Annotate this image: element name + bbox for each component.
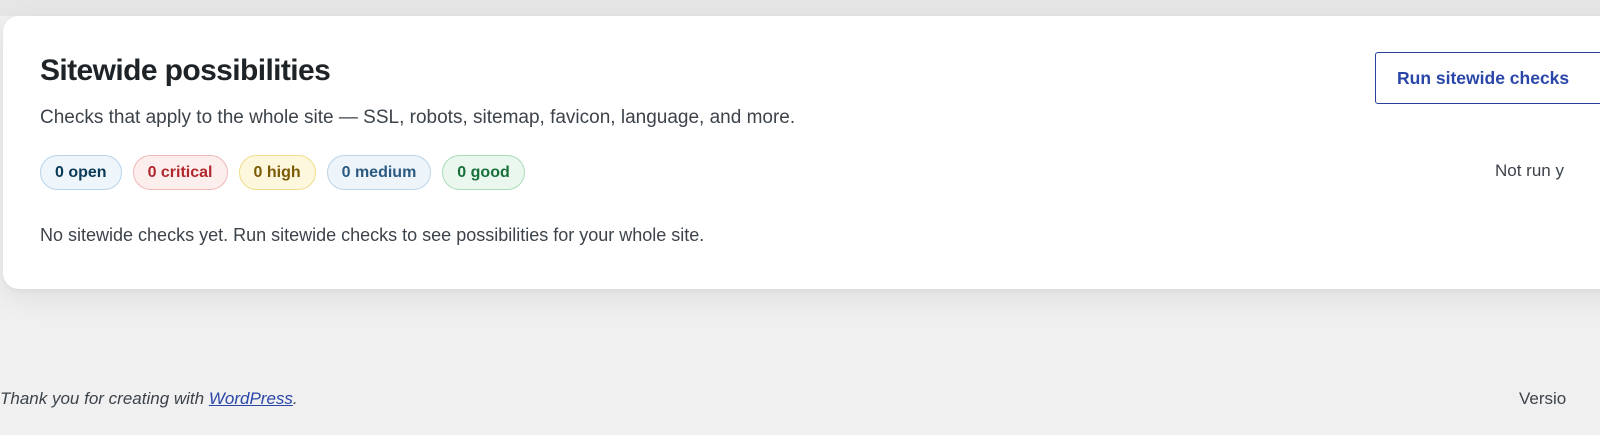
footer-thanks-suffix: .	[292, 389, 298, 408]
summary-badges: 0 open 0 critical 0 high 0 medium 0 good	[40, 155, 525, 190]
card-description: Checks that apply to the whole site — SS…	[40, 107, 796, 128]
sitewide-possibilities-card: Sitewide possibilities Checks that apply…	[3, 16, 1600, 289]
footer-thanks: Thank you for creating with WordPress.	[0, 389, 298, 409]
open-count-badge: 0 open	[40, 155, 122, 190]
critical-count-badge: 0 critical	[132, 155, 228, 190]
medium-count-badge: 0 medium	[326, 155, 432, 190]
top-strip	[0, 0, 1600, 16]
good-count-badge: 0 good	[442, 155, 525, 190]
run-sitewide-checks-button[interactable]: Run sitewide checks	[1375, 52, 1600, 104]
high-count-badge: 0 high	[238, 155, 316, 190]
footer-version: Versio	[1519, 389, 1567, 408]
footer-thanks-prefix: Thank you for creating with	[0, 389, 209, 408]
wordpress-link[interactable]: WordPress	[209, 389, 293, 408]
last-run-status: Not run y	[1495, 161, 1564, 180]
empty-state-message: No sitewide checks yet. Run sitewide che…	[40, 225, 705, 245]
card-title: Sitewide possibilities	[40, 54, 331, 87]
